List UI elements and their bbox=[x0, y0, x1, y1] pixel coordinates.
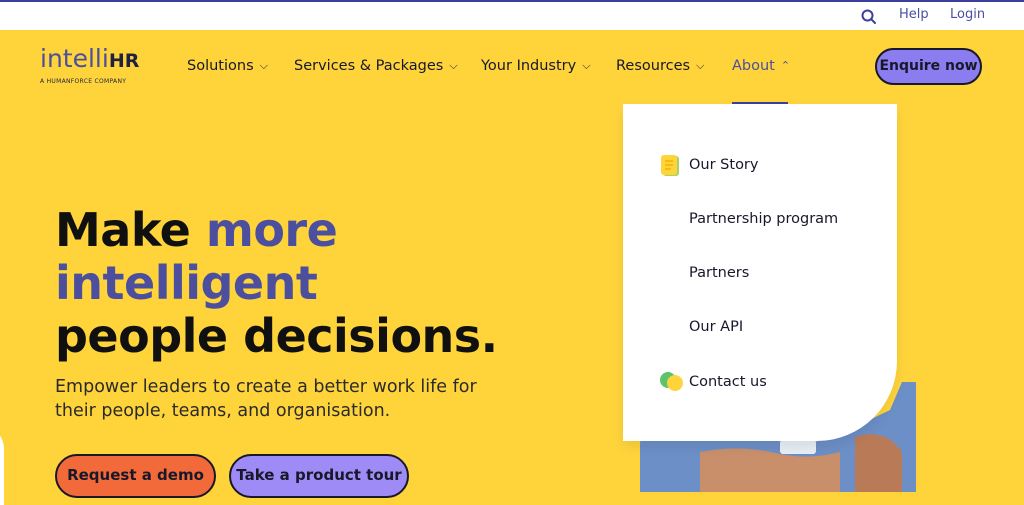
nav-solutions[interactable]: Solutions ⌵ bbox=[187, 58, 268, 74]
search-icon[interactable] bbox=[860, 8, 878, 26]
logo-wordmark: intelliHR bbox=[40, 46, 139, 74]
headline-make: Make bbox=[55, 203, 206, 257]
chevron-down-icon: ⌵ bbox=[259, 59, 268, 72]
nav-services-packages[interactable]: Services & Packages ⌵ bbox=[294, 58, 458, 74]
nav-resources-label: Resources bbox=[616, 58, 691, 74]
menu-partners[interactable]: Partners bbox=[689, 265, 749, 281]
chevron-down-icon: ⌵ bbox=[696, 59, 705, 72]
hero-subtext: Empower leaders to create a better work … bbox=[55, 377, 477, 421]
intellihr-logo[interactable]: intelliHR A HUMANFORCE COMPANY bbox=[40, 46, 139, 86]
chevron-up-icon: ⌃ bbox=[780, 59, 791, 72]
nav-resources[interactable]: Resources ⌵ bbox=[616, 58, 704, 74]
headline-more: more bbox=[205, 203, 338, 257]
about-dropdown-menu: Our Story Partnership program Partners O… bbox=[623, 104, 897, 441]
menu-our-story[interactable]: Our Story bbox=[689, 157, 758, 173]
document-icon bbox=[661, 155, 679, 176]
logo-tagline: A HUMANFORCE COMPANY bbox=[40, 78, 127, 85]
chevron-down-icon: ⌵ bbox=[582, 59, 591, 72]
menu-our-api[interactable]: Our API bbox=[689, 319, 743, 335]
nav-services-label: Services & Packages bbox=[294, 58, 444, 74]
login-link[interactable]: Login bbox=[950, 7, 985, 22]
nav-solutions-label: Solutions bbox=[187, 58, 254, 74]
menu-contact-us[interactable]: Contact us bbox=[689, 374, 767, 390]
hero-headline: Make more intelligent people decisions. bbox=[55, 204, 498, 363]
logo-wordmark-light: intelli bbox=[40, 44, 109, 73]
main-header: intelliHR A HUMANFORCE COMPANY Solutions… bbox=[0, 30, 1024, 104]
help-link[interactable]: Help bbox=[899, 7, 929, 22]
utility-bar: Help Login bbox=[0, 2, 1024, 30]
enquire-now-button[interactable]: Enquire now bbox=[875, 48, 982, 85]
headline-line-2: intelligent bbox=[55, 256, 318, 310]
menu-partnership-program[interactable]: Partnership program bbox=[689, 211, 838, 227]
headline-line-1: Make more bbox=[55, 204, 498, 257]
logo-wordmark-bold: HR bbox=[108, 50, 140, 72]
request-demo-button[interactable]: Request a demo bbox=[55, 454, 216, 498]
nav-about[interactable]: About ⌃ bbox=[732, 58, 790, 74]
headline-line-3: people decisions. bbox=[55, 309, 498, 363]
chat-bubbles-icon bbox=[660, 372, 683, 391]
nav-your-industry[interactable]: Your Industry ⌵ bbox=[481, 58, 591, 74]
product-tour-button[interactable]: Take a product tour bbox=[229, 454, 409, 498]
chevron-down-icon: ⌵ bbox=[449, 59, 458, 72]
decorative-white-shape bbox=[0, 425, 4, 505]
nav-industry-label: Your Industry bbox=[481, 58, 577, 74]
nav-about-label: About bbox=[732, 58, 775, 74]
